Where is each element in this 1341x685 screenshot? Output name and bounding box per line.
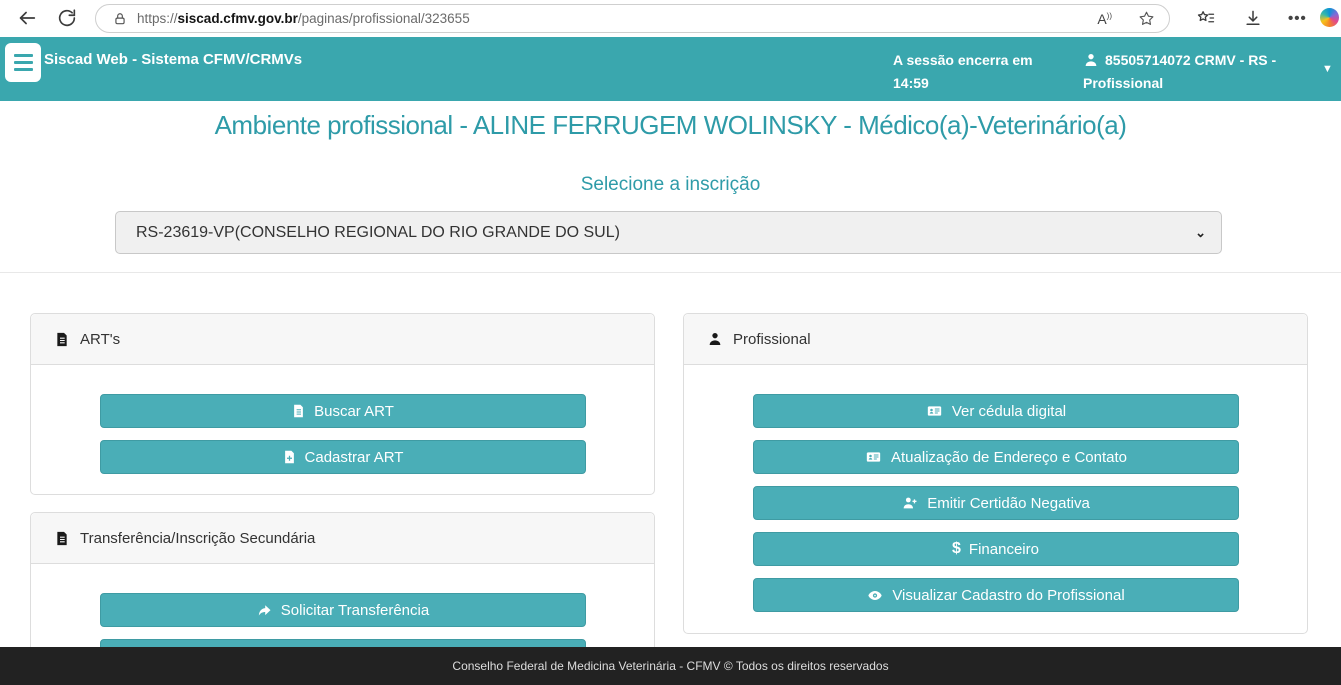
registration-select[interactable]: RS-23619-VP(CONSELHO REGIONAL DO RIO GRA…: [115, 211, 1222, 254]
app-header: Siscad Web - Sistema CFMV/CRMVs A sessão…: [0, 37, 1341, 101]
user-icon: [1083, 52, 1099, 68]
user-menu[interactable]: 85505714072 CRMV - RS - Profissional: [1083, 49, 1298, 95]
session-timer: A sessão encerra em 14:59: [893, 49, 1043, 95]
id-card-icon: [925, 403, 944, 419]
footer-text: Conselho Federal de Medicina Veterinária…: [452, 659, 888, 673]
back-icon[interactable]: [16, 7, 38, 29]
panel-transfer-title: Transferência/Inscrição Secundária: [80, 530, 315, 547]
footer: Conselho Federal de Medicina Veterinária…: [0, 647, 1341, 685]
document-icon: [54, 331, 70, 348]
financeiro-button[interactable]: $ Financeiro: [753, 532, 1239, 566]
panel-transfer-header: Transferência/Inscrição Secundária: [31, 513, 654, 564]
cadastrar-art-button[interactable]: Cadastrar ART: [100, 440, 586, 474]
eye-icon: [866, 588, 884, 603]
address-bar[interactable]: https://siscad.cfmv.gov.br/paginas/profi…: [95, 4, 1170, 33]
id-card-icon: [864, 449, 883, 465]
share-arrow-icon: [256, 602, 273, 619]
reload-icon[interactable]: [56, 7, 78, 29]
panel-arts-title: ART's: [80, 331, 120, 348]
buscar-art-button[interactable]: Buscar ART: [100, 394, 586, 428]
favorites-bar-icon[interactable]: [1196, 8, 1216, 28]
select-chevron-icon: ⌄: [1195, 225, 1206, 241]
hamburger-menu-button[interactable]: [5, 43, 41, 82]
chevron-down-icon[interactable]: ▼: [1322, 63, 1333, 75]
person-plus-icon: [901, 495, 919, 511]
panel-arts: ART's Buscar ART Cadastrar ART: [30, 313, 655, 495]
favorite-star-icon[interactable]: [1138, 10, 1155, 27]
visualizar-cadastro-button[interactable]: Visualizar Cadastro do Profissional: [753, 578, 1239, 612]
browser-toolbar: https://siscad.cfmv.gov.br/paginas/profi…: [0, 0, 1341, 37]
document-icon: [54, 530, 70, 547]
select-registration-label: Selecione a inscrição: [0, 174, 1341, 196]
panel-professional-header: Profissional: [684, 314, 1307, 365]
download-icon[interactable]: [1243, 8, 1263, 28]
file-plus-icon: [282, 449, 297, 465]
person-icon: [707, 331, 723, 347]
ver-cedula-digital-button[interactable]: Ver cédula digital: [753, 394, 1239, 428]
lock-icon: [113, 12, 127, 26]
user-label: 85505714072 CRMV - RS - Profissional: [1083, 52, 1276, 91]
emitir-certidao-button[interactable]: Emitir Certidão Negativa: [753, 486, 1239, 520]
file-icon: [291, 403, 306, 419]
section-divider: [0, 272, 1341, 273]
page-title: Ambiente profissional - ALINE FERRUGEM W…: [0, 110, 1341, 141]
copilot-icon[interactable]: [1320, 8, 1339, 27]
app-title: Siscad Web - Sistema CFMV/CRMVs: [44, 51, 302, 68]
panel-professional: Profissional Ver cédula digital Atualiza…: [683, 313, 1308, 634]
session-time: 14:59: [893, 75, 929, 91]
solicitar-transferencia-button[interactable]: Solicitar Transferência: [100, 593, 586, 627]
url-text: https://siscad.cfmv.gov.br/paginas/profi…: [137, 11, 470, 26]
atualizacao-endereco-button[interactable]: Atualização de Endereço e Contato: [753, 440, 1239, 474]
read-aloud-icon[interactable]: A)): [1097, 11, 1112, 27]
registration-select-value: RS-23619-VP(CONSELHO REGIONAL DO RIO GRA…: [136, 224, 620, 242]
panel-arts-header: ART's: [31, 314, 654, 365]
panel-professional-title: Profissional: [733, 331, 811, 348]
dollar-icon: $: [952, 541, 961, 557]
